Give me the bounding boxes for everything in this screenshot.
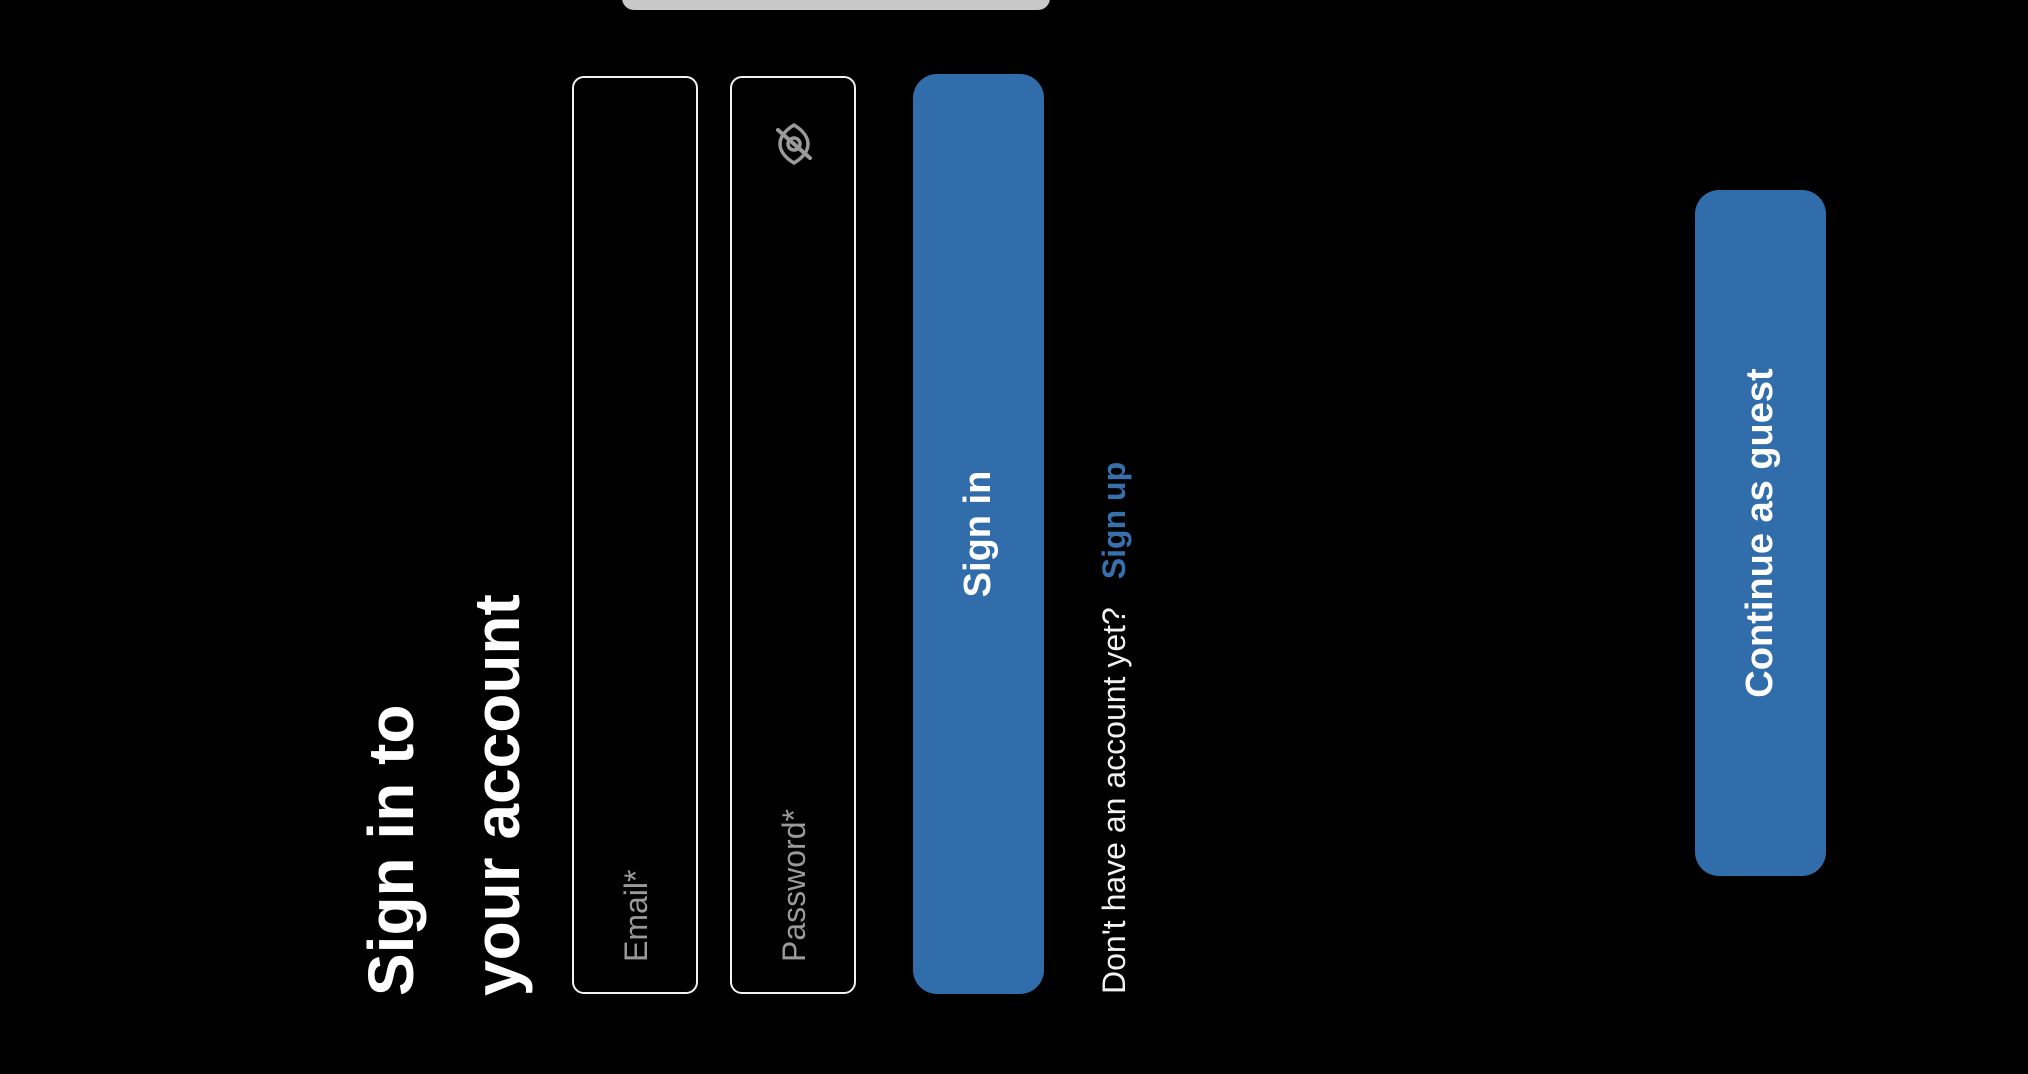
sign-in-button-label: Sign in xyxy=(957,470,999,598)
sign-in-button[interactable]: Sign in xyxy=(913,74,1044,994)
email-field-placeholder: Email* xyxy=(618,869,654,962)
navigation-handle[interactable] xyxy=(622,0,1050,10)
signup-prompt-text: Don't have an account yet? xyxy=(1096,607,1132,994)
continue-as-guest-label: Continue as guest xyxy=(1739,368,1781,698)
page-title-line-1: Sign in to xyxy=(355,704,427,997)
app-screen: Sign in to your account Email* Password*… xyxy=(0,0,2028,1074)
password-field[interactable]: Password* xyxy=(730,76,856,994)
email-field[interactable]: Email* xyxy=(572,76,698,994)
eye-off-icon[interactable] xyxy=(772,122,816,166)
page-title-line-2: your account xyxy=(461,594,533,996)
password-field-placeholder: Password* xyxy=(776,809,812,962)
continue-as-guest-button[interactable]: Continue as guest xyxy=(1695,190,1826,876)
sign-up-link[interactable]: Sign up xyxy=(1096,462,1132,579)
page-title: Sign in to your account xyxy=(338,296,550,996)
sign-in-form: Sign in to your account Email* Password*… xyxy=(0,0,2028,1074)
signup-prompt-row: Don't have an account yet? Sign up xyxy=(1090,462,1138,994)
